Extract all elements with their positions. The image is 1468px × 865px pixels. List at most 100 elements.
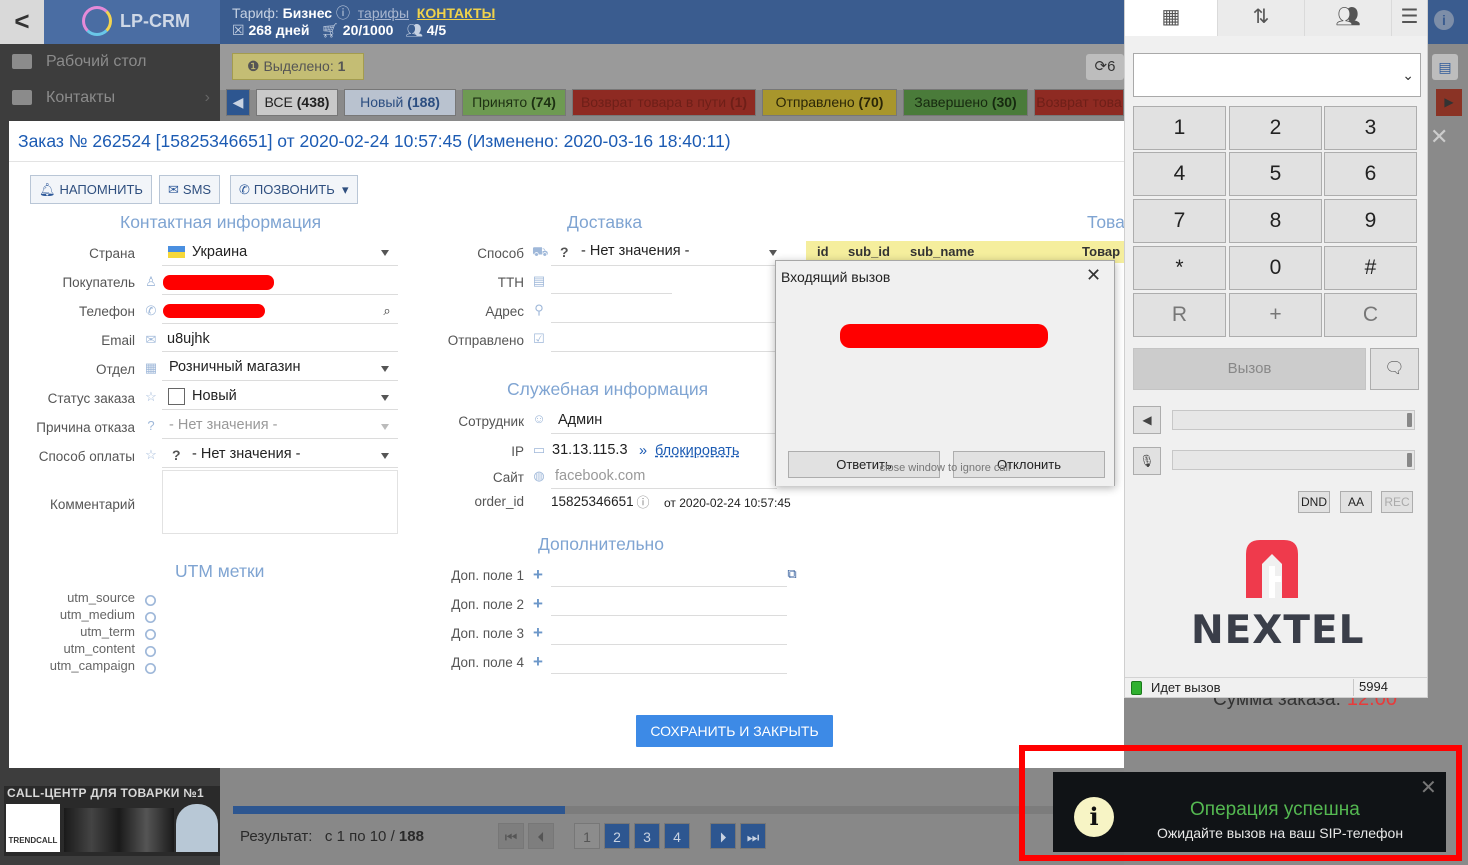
country-select[interactable]: Украина xyxy=(192,244,247,260)
block-ip-link[interactable]: блокировать xyxy=(655,443,739,459)
status-select[interactable]: Новый xyxy=(192,388,237,404)
slider-knob[interactable] xyxy=(1407,413,1412,427)
delivery-method-select[interactable]: - Нет значения - xyxy=(581,243,689,259)
status-tab[interactable]: Возврат това xyxy=(1034,89,1124,116)
extra-field-2[interactable] xyxy=(551,615,787,616)
extra-field-3[interactable] xyxy=(551,644,787,645)
employee-select[interactable]: Админ xyxy=(558,412,602,428)
email-field[interactable]: u8ujhk xyxy=(167,331,210,347)
keypad-key[interactable]: 8 xyxy=(1229,199,1322,243)
keypad-key[interactable]: R xyxy=(1133,293,1226,337)
extra-field-4[interactable] xyxy=(551,673,787,674)
caret-down-icon[interactable] xyxy=(381,424,389,430)
keypad-icon[interactable]: ▦ xyxy=(1125,0,1217,36)
sidebar-item-desktop[interactable]: Рабочий стол xyxy=(0,44,220,80)
move-icon[interactable] xyxy=(144,645,157,658)
chat-icon[interactable]: 🗨︎ xyxy=(1370,348,1419,390)
contacts-link[interactable]: КОНТАКТЫ xyxy=(417,5,495,21)
external-link-icon[interactable]: ⧉ xyxy=(785,567,799,581)
extra-field-1[interactable] xyxy=(551,586,787,587)
trendcall-ad-banner[interactable]: CALL-ЦЕНТР ДЛЯ ТОВАРКИ №1 TRENDCALL xyxy=(4,786,220,856)
status-tab[interactable]: Возврат товара в пути (1) xyxy=(572,89,756,116)
keypad-key[interactable]: 5 xyxy=(1229,152,1322,196)
keypad-key[interactable]: # xyxy=(1324,246,1417,290)
refresh-button[interactable]: ⟳6 xyxy=(1086,54,1124,80)
plus-icon[interactable]: + xyxy=(533,623,543,643)
speaker-volume-slider[interactable] xyxy=(1172,410,1415,430)
plus-icon[interactable]: + xyxy=(533,565,543,585)
scrollbar-thumb[interactable] xyxy=(233,806,565,814)
help-icon[interactable]: i xyxy=(1434,10,1454,30)
microphone-icon[interactable]: 🎙︎ xyxy=(1133,447,1161,475)
payment-select[interactable]: - Нет значения - xyxy=(192,446,300,462)
close-icon[interactable]: ✕ xyxy=(1430,126,1448,148)
prev-page-button[interactable]: ⏴ xyxy=(528,823,554,849)
plus-icon[interactable]: + xyxy=(533,652,543,672)
status-color-checkbox[interactable] xyxy=(168,388,185,405)
keypad-key[interactable]: 0 xyxy=(1229,246,1322,290)
dnd-button[interactable]: DND xyxy=(1298,491,1330,513)
reject-select[interactable]: - Нет значения - xyxy=(169,417,277,433)
keypad-key[interactable]: 1 xyxy=(1133,106,1226,150)
keypad-key[interactable]: 7 xyxy=(1133,199,1226,243)
keypad-key[interactable]: 2 xyxy=(1229,106,1322,150)
status-tab[interactable]: ВСЕ (438) xyxy=(256,89,338,116)
keypad-key[interactable]: 3 xyxy=(1324,106,1417,150)
status-tab[interactable]: Принято (74) xyxy=(462,89,566,116)
sidebar-item-contacts[interactable]: Контакты › xyxy=(0,80,220,116)
menu-icon[interactable]: ☰ xyxy=(1391,0,1427,36)
caret-down-icon[interactable]: ▾ xyxy=(342,182,349,197)
save-and-close-button[interactable]: СОХРАНИТЬ И ЗАКРЫТЬ xyxy=(636,715,833,747)
dial-call-button[interactable]: Вызов xyxy=(1133,348,1366,390)
ttn-field[interactable] xyxy=(551,293,672,294)
auto-answer-button[interactable]: AA xyxy=(1340,491,1372,513)
mic-volume-slider[interactable] xyxy=(1172,450,1415,470)
move-icon[interactable] xyxy=(144,611,157,624)
caret-down-icon[interactable] xyxy=(769,250,777,256)
keypad-key[interactable]: 9 xyxy=(1324,199,1417,243)
caret-down-icon[interactable] xyxy=(381,395,389,401)
caret-down-icon[interactable] xyxy=(381,366,389,372)
remind-button[interactable]: 🔔︎ НАПОМНИТЬ xyxy=(30,175,152,204)
phone-field-redacted[interactable] xyxy=(163,304,265,318)
caret-down-icon[interactable] xyxy=(381,250,389,256)
close-icon[interactable]: ✕ xyxy=(1086,266,1102,284)
status-tab[interactable]: Завершено (30) xyxy=(903,89,1028,116)
search-icon[interactable]: ⌕ xyxy=(380,304,394,318)
first-page-button[interactable]: ⏮ xyxy=(498,823,524,849)
page-button[interactable]: 1 xyxy=(574,823,600,849)
keypad-key[interactable]: + xyxy=(1229,293,1322,337)
transfer-icon[interactable]: ⇅ xyxy=(1217,0,1304,36)
last-page-button[interactable]: ⏭ xyxy=(740,823,766,849)
sent-date-field[interactable] xyxy=(551,351,777,352)
app-logo[interactable]: LP-CRM xyxy=(44,0,220,44)
keypad-key[interactable]: 4 xyxy=(1133,152,1226,196)
slider-knob[interactable] xyxy=(1407,453,1412,467)
keypad-key[interactable]: 6 xyxy=(1324,152,1417,196)
page-button[interactable]: 3 xyxy=(634,823,660,849)
info-icon[interactable]: ⓘ xyxy=(336,5,350,21)
page-button[interactable]: 2 xyxy=(604,823,630,849)
status-tab[interactable]: Отправлено (70) xyxy=(762,89,897,116)
move-icon[interactable] xyxy=(144,662,157,675)
caret-down-icon[interactable] xyxy=(381,453,389,459)
tabs-next-button[interactable]: ▶ xyxy=(1436,89,1462,116)
sms-button[interactable]: ✉ SMS xyxy=(159,175,221,204)
back-button[interactable]: < xyxy=(0,0,44,44)
address-field[interactable] xyxy=(551,322,777,323)
move-icon[interactable] xyxy=(144,628,157,641)
page-button[interactable]: 4 xyxy=(664,823,690,849)
info-icon[interactable]: ⓘ xyxy=(636,496,650,510)
speaker-icon[interactable]: ◀ xyxy=(1133,406,1161,434)
next-page-button[interactable]: ⏵ xyxy=(710,823,736,849)
call-button[interactable]: ✆ ПОЗВОНИТЬ ▾ xyxy=(230,175,358,204)
status-tab[interactable]: Новый (188) xyxy=(344,89,456,116)
tabs-prev-button[interactable]: ◀ xyxy=(226,89,250,116)
buyer-field-redacted[interactable] xyxy=(163,275,274,290)
dept-select[interactable]: Розничный магазин xyxy=(169,359,300,375)
keypad-key[interactable]: * xyxy=(1133,246,1226,290)
contacts-icon[interactable]: 👥︎ xyxy=(1304,0,1391,36)
scrollbar[interactable] xyxy=(233,806,1053,814)
record-button[interactable]: REC xyxy=(1381,491,1413,513)
move-icon[interactable] xyxy=(144,594,157,607)
